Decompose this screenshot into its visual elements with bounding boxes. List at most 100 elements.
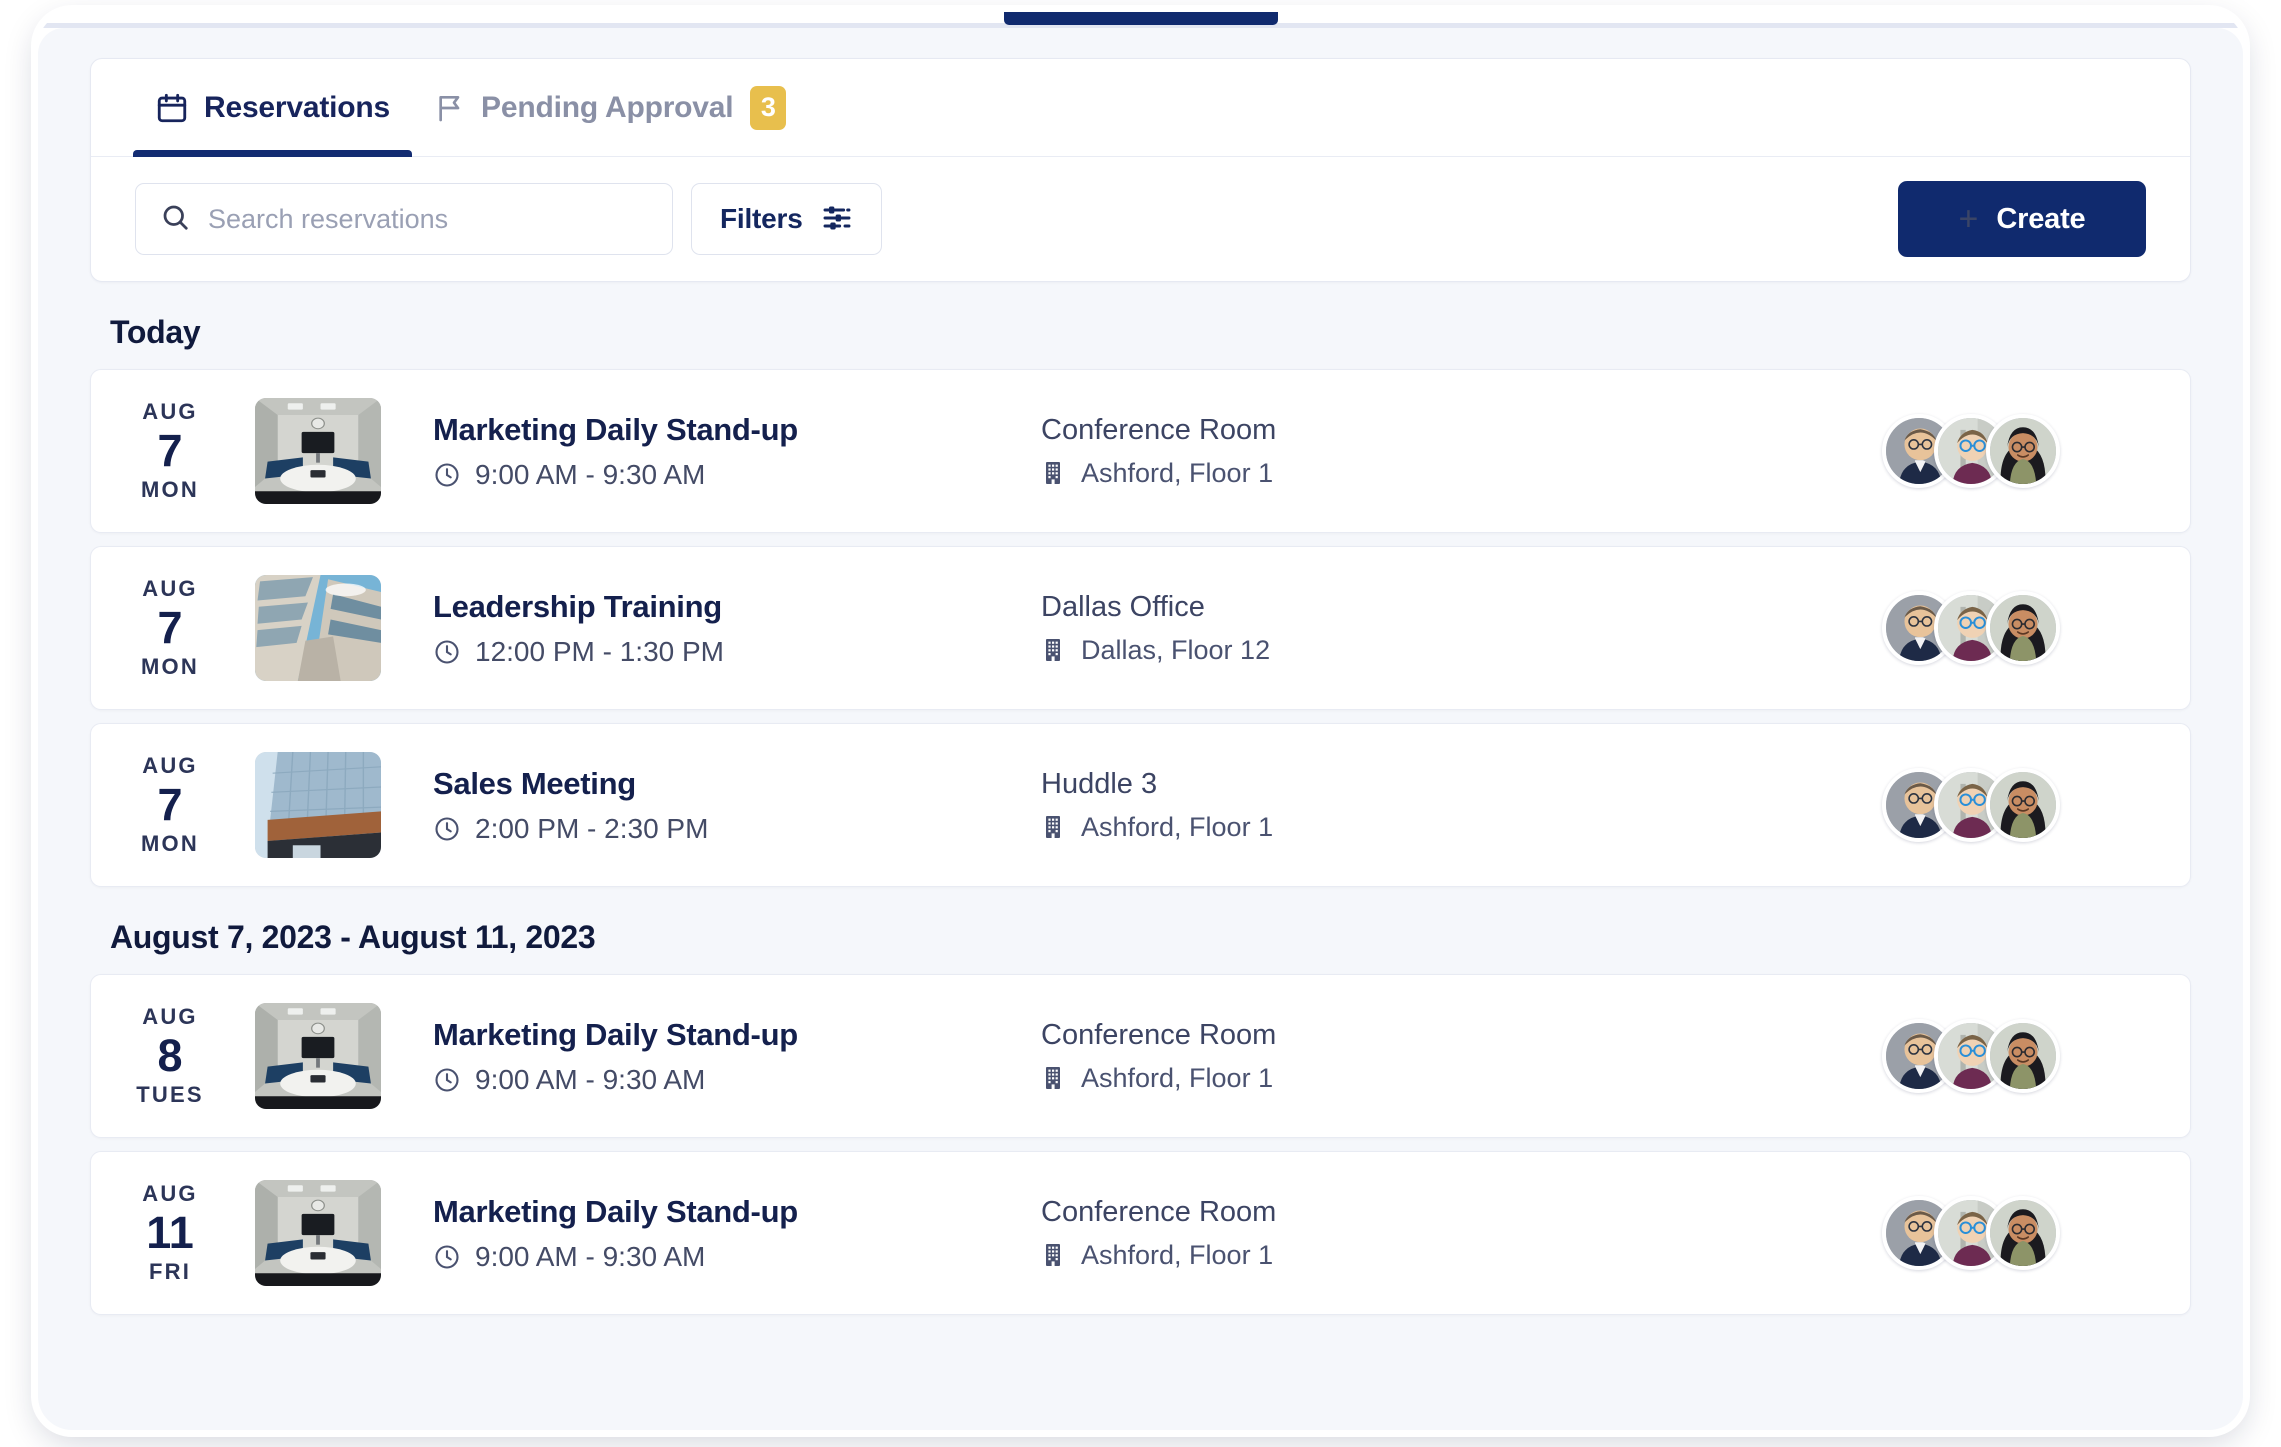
date-day: 8 (157, 1030, 183, 1082)
calendar-icon (155, 91, 189, 125)
building-floor-text: Dallas, Floor 12 (1081, 634, 1271, 665)
building-floor: Ashford, Floor 1 (1041, 1063, 1601, 1094)
room-thumbnail-image (255, 1180, 381, 1286)
attendee-avatar-stack[interactable] (1882, 1196, 2156, 1270)
reservation-time-text: 9:00 AM - 9:30 AM (475, 458, 706, 490)
clock-icon (433, 461, 461, 489)
reservation-time: 9:00 AM - 9:30 AM (433, 459, 1041, 491)
date-day: 11 (146, 1207, 194, 1259)
building-icon (1041, 1065, 1065, 1091)
search-box[interactable] (135, 183, 673, 255)
attendee-avatar-stack[interactable] (1882, 591, 2156, 665)
attendee-avatar-stack[interactable] (1882, 768, 2156, 842)
reservation-time: 9:00 AM - 9:30 AM (433, 1241, 1041, 1273)
search-input[interactable] (208, 203, 648, 235)
reservation-location: Dallas Office Dallas, Floor 12 (1041, 591, 1601, 666)
date-weekday: MON (141, 476, 199, 502)
building-floor-text: Ashford, Floor 1 (1081, 1239, 1274, 1270)
top-card: Reservations Pending Approval 3 Search r… (90, 58, 2191, 282)
sliders-icon (821, 202, 853, 237)
room-name: Huddle 3 (1041, 767, 1158, 800)
reservation-row[interactable]: AUG 8 TUES Marketing Daily Stand-up 9:00… (90, 974, 2191, 1138)
room-name: Conference Room (1041, 413, 1277, 446)
reservation-date-block: AUG 7 MON (91, 753, 249, 856)
building-icon (1041, 1242, 1065, 1268)
avatar (1986, 768, 2060, 842)
filters-label: Filters (720, 203, 803, 234)
date-weekday: FRI (148, 1258, 192, 1284)
clock-icon (433, 638, 461, 666)
date-month: AUG (142, 1181, 198, 1207)
building-floor: Ashford, Floor 1 (1041, 812, 1601, 843)
building-floor: Ashford, Floor 1 (1041, 458, 1601, 489)
date-month: AUG (142, 576, 198, 602)
date-weekday: TUES (136, 1081, 204, 1107)
filters-button[interactable]: Filters (691, 183, 882, 255)
plus-icon: + (1958, 200, 1979, 238)
device-frame: Reservations Pending Approval 3 Search r… (38, 12, 2243, 1430)
pending-approval-count-badge: 3 (750, 85, 787, 130)
reservation-date-block: AUG 7 MON (91, 576, 249, 679)
reservation-location: Conference Room Ashford, Floor 1 (1041, 1196, 1601, 1271)
reservation-title: Leadership Training (433, 588, 722, 624)
reservation-title: Marketing Daily Stand-up (433, 1016, 798, 1052)
avatar (1986, 591, 2060, 665)
clock-icon (433, 1066, 461, 1094)
reservation-list-today: AUG 7 MON Marketing Daily Stand-up 9:00 … (90, 369, 2191, 887)
reservation-list-week: AUG 8 TUES Marketing Daily Stand-up 9:00… (90, 974, 2191, 1315)
date-month: AUG (142, 399, 198, 425)
date-day: 7 (157, 602, 183, 654)
building-floor-text: Ashford, Floor 1 (1081, 457, 1274, 488)
reservation-location: Huddle 3 Ashford, Floor 1 (1041, 768, 1601, 843)
avatar (1986, 414, 2060, 488)
building-floor: Dallas, Floor 12 (1041, 635, 1601, 666)
reservation-time: 12:00 PM - 1:30 PM (433, 636, 1041, 668)
section-heading-today: Today (110, 314, 201, 350)
date-weekday: MON (141, 653, 199, 679)
tab-bar: Reservations Pending Approval 3 (91, 59, 2190, 157)
avatar (1986, 1019, 2060, 1093)
reservation-time-text: 9:00 AM - 9:30 AM (475, 1240, 706, 1272)
attendee-avatar-stack[interactable] (1882, 414, 2156, 488)
reservation-date-block: AUG 8 TUES (91, 1004, 249, 1107)
reservation-time-text: 12:00 PM - 1:30 PM (475, 635, 725, 667)
building-icon (1041, 460, 1065, 486)
search-icon (160, 202, 190, 237)
tab-pending-approval[interactable]: Pending Approval 3 (412, 59, 808, 156)
app-surface: Reservations Pending Approval 3 Search r… (38, 28, 2243, 1430)
reservation-main: Marketing Daily Stand-up 9:00 AM - 9:30 … (381, 1194, 1041, 1273)
room-thumbnail-image (255, 752, 381, 858)
reservation-row[interactable]: AUG 7 MON Marketing Daily Stand-up 9:00 … (90, 369, 2191, 533)
reservation-row[interactable]: AUG 11 FRI Marketing Daily Stand-up 9:00… (90, 1151, 2191, 1315)
create-button[interactable]: + Create (1898, 181, 2146, 257)
reservation-main: Leadership Training 12:00 PM - 1:30 PM (381, 589, 1041, 668)
reservation-main: Marketing Daily Stand-up 9:00 AM - 9:30 … (381, 412, 1041, 491)
date-day: 7 (157, 425, 183, 477)
tab-label-pending-approval: Pending Approval (481, 90, 734, 124)
reservation-row[interactable]: AUG 7 MON Sales Meeting 2:00 PM - 2:30 P… (90, 723, 2191, 887)
reservation-time: 2:00 PM - 2:30 PM (433, 813, 1041, 845)
date-month: AUG (142, 753, 198, 779)
tab-reservations[interactable]: Reservations (133, 59, 413, 157)
clock-icon (433, 1243, 461, 1271)
date-month: AUG (142, 1004, 198, 1030)
reservation-title: Marketing Daily Stand-up (433, 411, 798, 447)
reservation-title: Sales Meeting (433, 765, 636, 801)
building-icon (1041, 637, 1065, 663)
building-floor-text: Ashford, Floor 1 (1081, 1062, 1274, 1093)
room-name: Conference Room (1041, 1018, 1277, 1051)
building-floor: Ashford, Floor 1 (1041, 1240, 1601, 1271)
date-weekday: MON (141, 830, 199, 856)
tab-label-reservations: Reservations (204, 90, 391, 124)
attendee-avatar-stack[interactable] (1882, 1019, 2156, 1093)
reservation-row[interactable]: AUG 7 MON Leadership Training 12:00 PM -… (90, 546, 2191, 710)
avatar (1986, 1196, 2060, 1270)
reservation-location: Conference Room Ashford, Floor 1 (1041, 1019, 1601, 1094)
toolbar: Filters + Create (91, 157, 2190, 281)
room-name: Dallas Office (1041, 590, 1205, 623)
room-thumbnail-image (255, 398, 381, 504)
reservation-main: Sales Meeting 2:00 PM - 2:30 PM (381, 766, 1041, 845)
device-notch-accent (1003, 12, 1278, 25)
section-heading-week-range: August 7, 2023 - August 11, 2023 (110, 919, 596, 955)
reservation-title: Marketing Daily Stand-up (433, 1193, 798, 1229)
